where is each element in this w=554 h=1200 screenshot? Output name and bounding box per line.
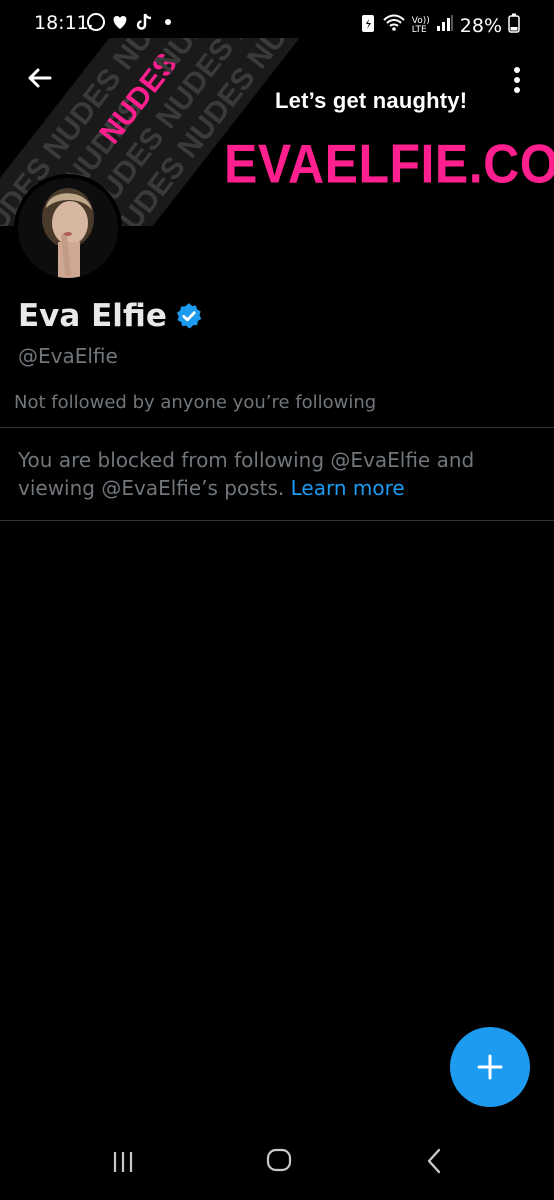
volte-icon: Vo)) LTE [411,16,430,35]
recent-apps-icon[interactable] [110,1148,138,1176]
display-name: Eva Elfie [18,298,167,334]
compose-post-button[interactable] [450,1027,530,1107]
arrow-left-icon [21,59,59,97]
whatsapp-icon [86,12,106,32]
verified-badge-icon[interactable] [175,302,203,330]
status-time: 18:11 [34,12,89,34]
system-icons: Vo)) LTE 28% [360,12,520,39]
signal-icon [436,14,454,37]
wifi-icon [382,13,406,38]
nav-back-icon[interactable] [423,1146,445,1176]
system-navigation-bar [0,1132,554,1200]
avatar[interactable] [14,174,122,282]
more-options-button[interactable] [502,60,532,100]
plus-icon [477,1054,503,1080]
display-name-row: Eva Elfie [18,298,203,334]
divider [0,520,554,521]
battery-percent: 28% [459,14,502,37]
notification-icons [86,12,178,32]
battery-saver-icon [360,12,376,39]
profile-handle: @EvaElfie [18,344,118,368]
banner-tagline: Let’s get naughty! [275,88,468,113]
divider [0,427,554,428]
more-vertical-icon [514,67,520,93]
lte-label: LTE [411,24,427,35]
dot-icon [158,12,178,32]
heart-icon [110,12,130,32]
blocked-message-text: You are blocked from following @EvaElfie… [18,448,475,500]
blocked-message: You are blocked from following @EvaElfie… [18,446,538,502]
avatar-photo [18,178,118,278]
banner-site: EVAELFIE.COM [224,133,554,195]
followers-you-know-note[interactable]: Not followed by anyone you’re following [14,392,376,413]
back-button[interactable] [20,58,60,98]
tiktok-icon [134,12,154,32]
learn-more-link[interactable]: Learn more [291,476,405,500]
home-icon[interactable] [265,1146,293,1174]
battery-icon [508,13,520,38]
